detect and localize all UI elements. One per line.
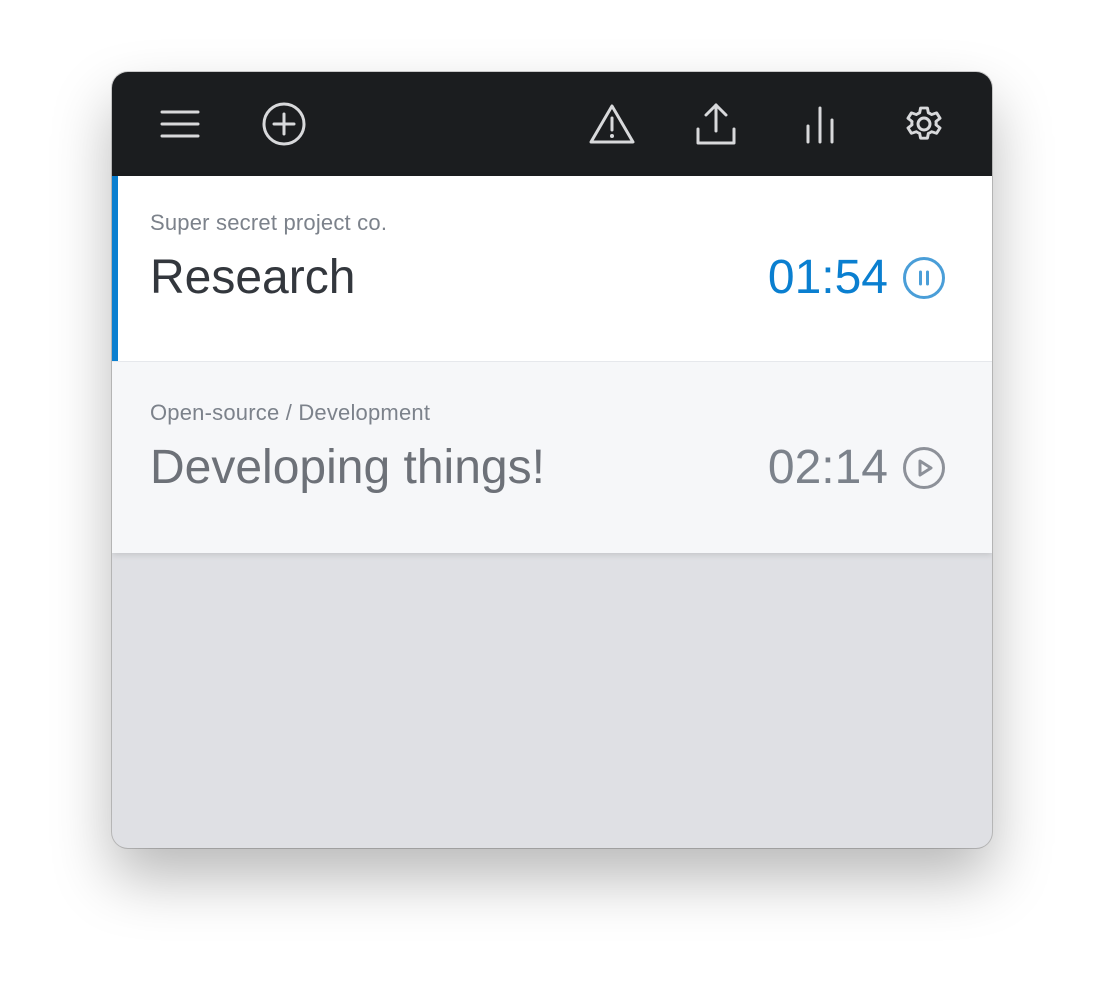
settings-button[interactable] <box>900 100 948 148</box>
play-button[interactable] <box>902 446 946 490</box>
play-icon <box>903 447 945 489</box>
entry-duration: 02:14 <box>767 441 888 494</box>
pause-button[interactable] <box>902 256 946 300</box>
add-entry-button[interactable] <box>260 100 308 148</box>
time-entry[interactable]: Super secret project co. Research 01:54 <box>112 176 992 362</box>
entry-project-label: Super secret project co. <box>150 210 388 235</box>
warning-icon <box>589 104 635 144</box>
stats-icon <box>806 106 834 144</box>
toolbar <box>112 72 992 176</box>
pause-icon <box>903 257 945 299</box>
gear-icon <box>906 106 942 140</box>
app-window: Super secret project co. Research 01:54 … <box>112 72 992 848</box>
entry-task-name: Developing things! <box>150 441 545 494</box>
reports-button[interactable] <box>796 100 844 148</box>
menu-icon <box>160 110 200 138</box>
export-button[interactable] <box>692 100 740 148</box>
upload-icon <box>696 103 736 145</box>
warnings-button[interactable] <box>588 100 636 148</box>
time-entry[interactable]: Open-source / Development Developing thi… <box>112 362 992 553</box>
menu-button[interactable] <box>156 100 204 148</box>
entry-duration: 01:54 <box>767 251 888 304</box>
entry-project-label: Open-source / Development <box>150 400 431 425</box>
add-circle-icon <box>262 102 306 146</box>
entry-task-name: Research <box>150 251 356 304</box>
time-entry-list: Super secret project co. Research 01:54 … <box>112 176 992 553</box>
